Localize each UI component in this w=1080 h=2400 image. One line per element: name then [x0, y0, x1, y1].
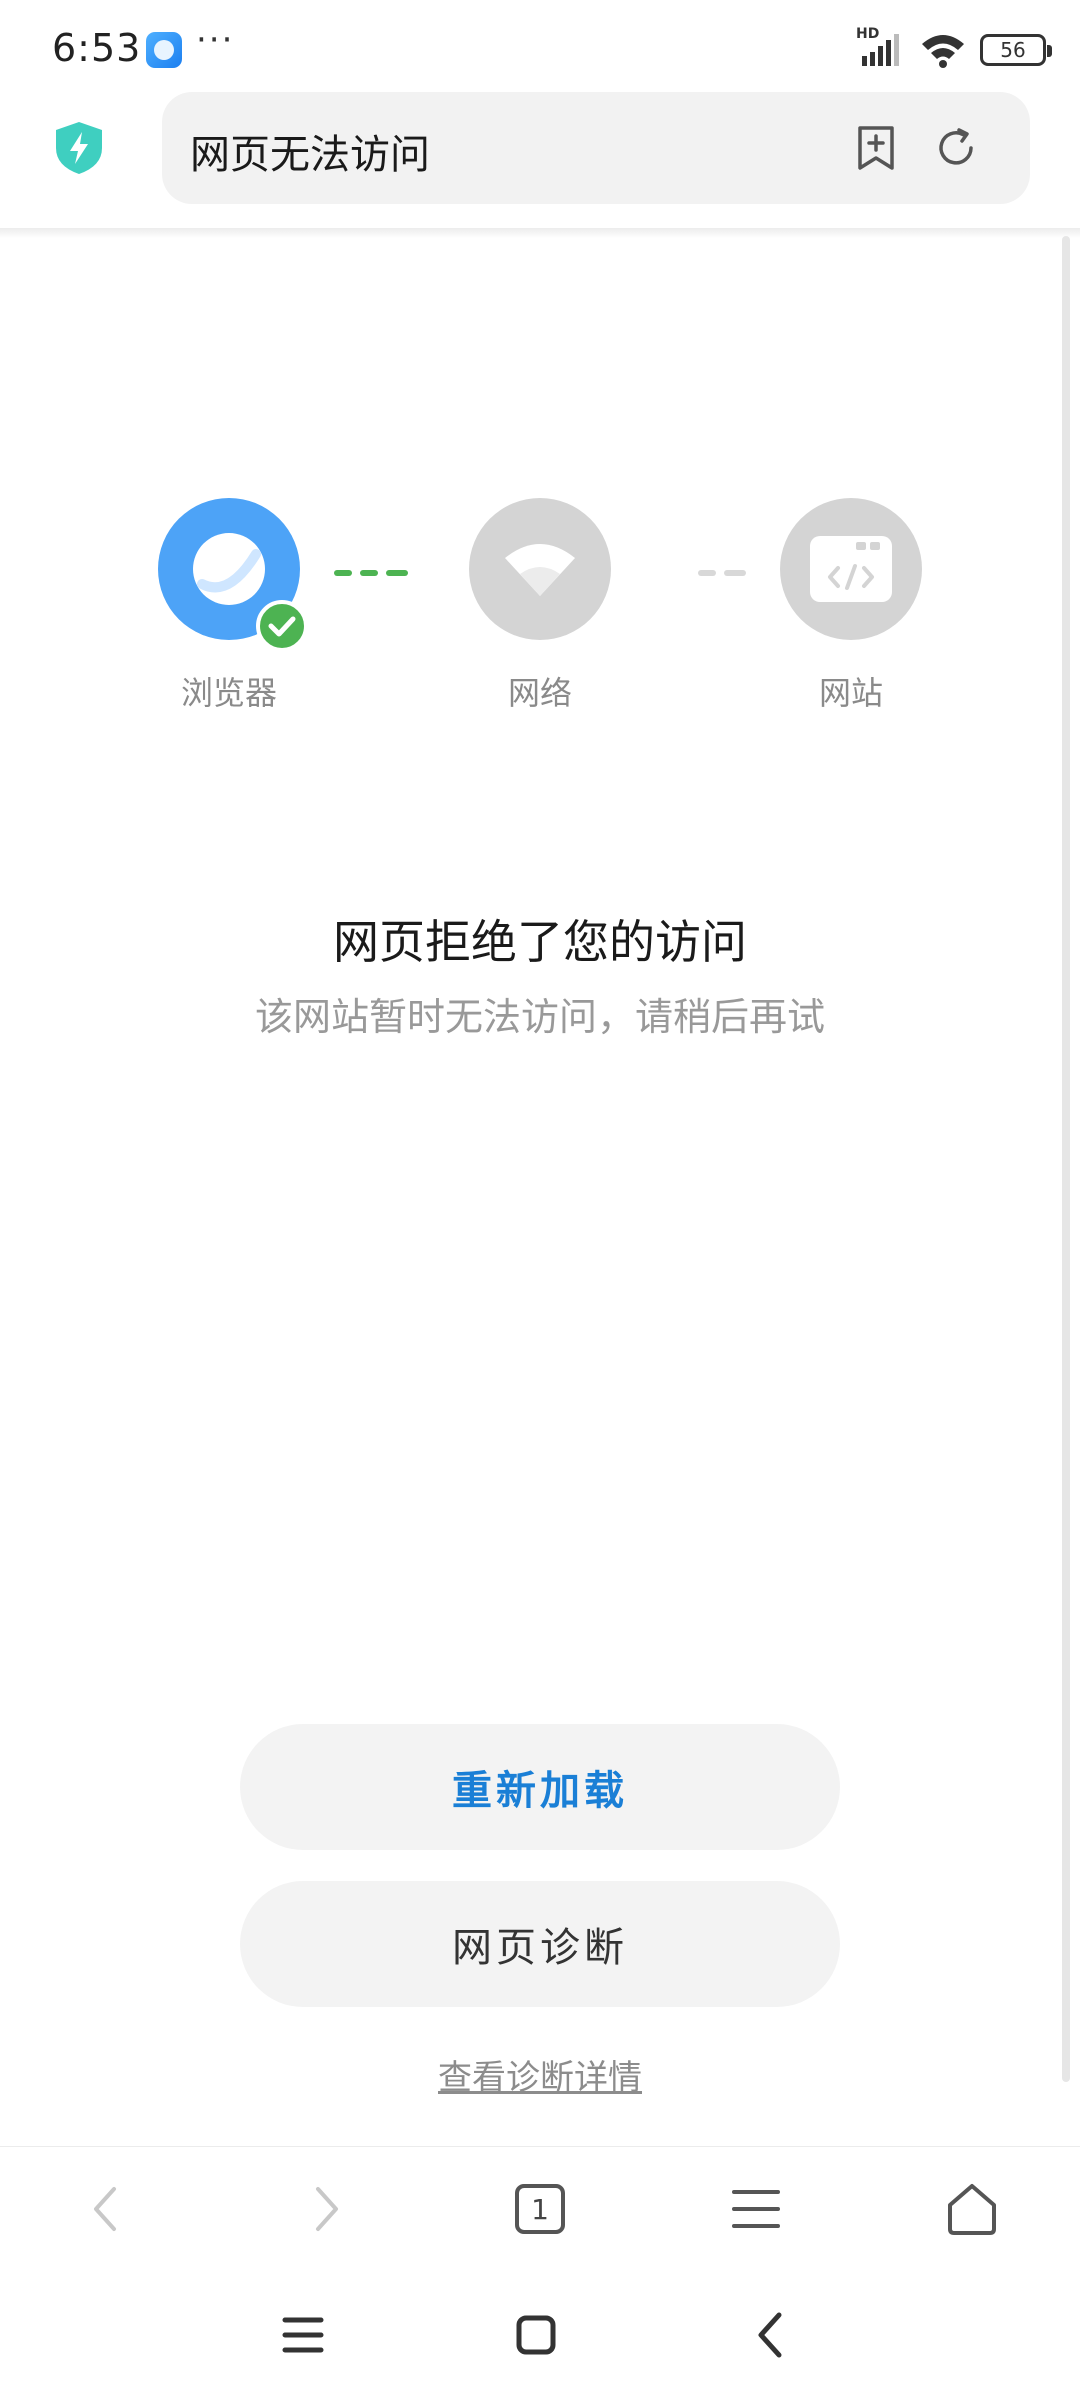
browser-app-icon — [146, 32, 182, 68]
forward-arrow-icon — [316, 2187, 338, 2231]
status-time: 6:53 — [52, 26, 142, 70]
view-diagnosis-details-link[interactable]: 查看诊断详情 — [0, 2050, 1080, 2099]
status-bar: 6:53 ··· HD 56 — [0, 0, 1080, 92]
tabs-button[interactable]: 1 — [504, 2173, 576, 2245]
refresh-button[interactable] — [928, 120, 984, 176]
back-arrow-icon — [94, 2187, 116, 2231]
system-back-icon — [758, 2312, 782, 2358]
system-home-button[interactable] — [501, 2300, 571, 2370]
system-navigation-bar — [0, 2270, 1080, 2400]
status-indicators: HD 56 — [856, 26, 1052, 70]
connector-dash — [334, 570, 352, 576]
home-icon — [948, 2184, 996, 2235]
menu-icon — [732, 2190, 780, 2228]
scrollbar[interactable] — [1062, 236, 1070, 2082]
network-node-label: 网络 — [507, 674, 572, 712]
system-home-icon — [516, 2315, 556, 2355]
home-button[interactable] — [936, 2173, 1008, 2245]
network-node-icon — [469, 498, 611, 640]
error-title: 网页拒绝了您的访问 — [333, 915, 747, 969]
browser-node-label: 浏览器 — [180, 674, 277, 712]
forward-button[interactable] — [290, 2173, 362, 2245]
system-back-button[interactable] — [735, 2300, 805, 2370]
connector-dash — [386, 570, 408, 576]
back-button[interactable] — [70, 2173, 142, 2245]
recent-apps-icon — [282, 2317, 324, 2353]
address-bar: 网页无法访问 — [0, 92, 1080, 228]
notification-more-icon: ··· — [196, 20, 235, 60]
header-shadow — [0, 228, 1080, 238]
check-badge-icon — [256, 600, 308, 652]
connector-dash — [698, 570, 716, 576]
battery-icon: 56 — [980, 34, 1052, 66]
website-node-label: 网站 — [818, 674, 883, 712]
diagnose-button[interactable]: 网页诊断 — [240, 1881, 840, 2007]
add-bookmark-icon — [858, 126, 894, 170]
website-node-icon — [780, 498, 922, 640]
browser-toolbar: 1 — [0, 2146, 1080, 2270]
signal-icon: HD — [856, 26, 906, 68]
wifi-icon — [920, 32, 966, 68]
recent-apps-button[interactable] — [268, 2300, 338, 2370]
menu-button[interactable] — [720, 2173, 792, 2245]
add-bookmark-button[interactable] — [848, 120, 904, 176]
connector-dash — [360, 570, 378, 576]
reload-button[interactable]: 重新加载 — [240, 1724, 840, 1850]
connector-dash — [724, 570, 746, 576]
url-field[interactable]: 网页无法访问 — [162, 92, 1030, 204]
tab-count-icon: 1 — [515, 2184, 565, 2234]
page-title: 网页无法访问 — [190, 132, 430, 178]
security-shield-icon[interactable] — [52, 120, 106, 180]
error-subtitle: 该网站暂时无法访问，请稍后再试 — [254, 995, 825, 1039]
tab-count: 1 — [531, 2192, 549, 2226]
refresh-icon — [939, 128, 973, 165]
